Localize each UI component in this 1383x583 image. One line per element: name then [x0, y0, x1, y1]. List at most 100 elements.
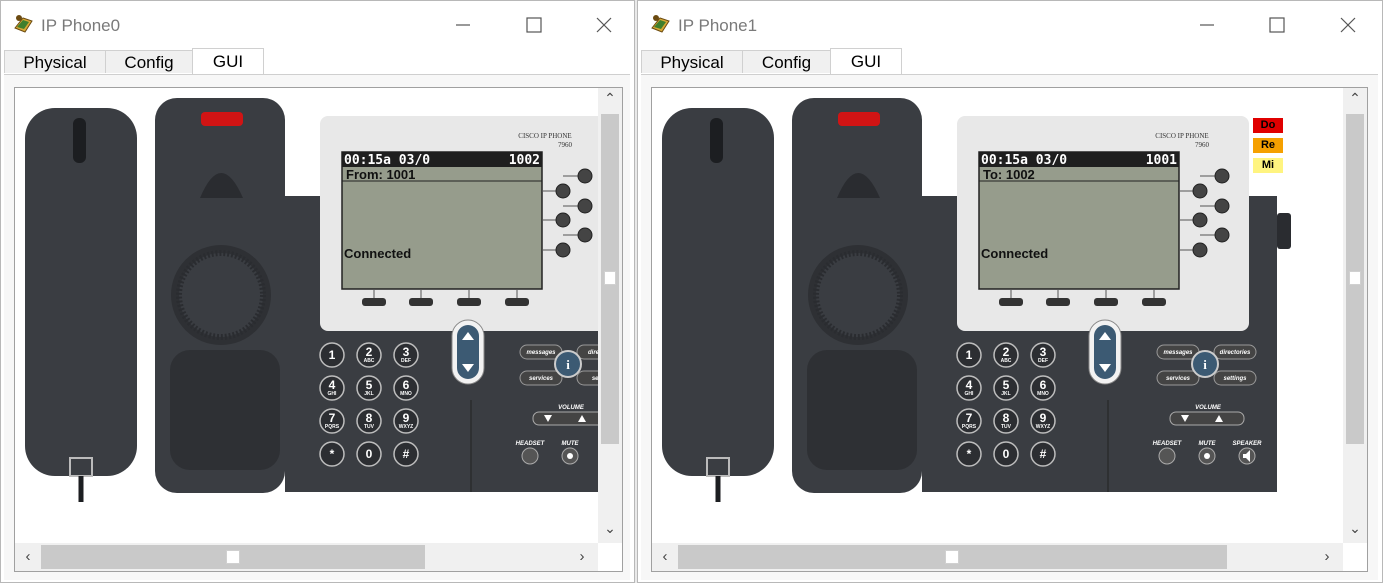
- scroll-left-icon[interactable]: ‹: [21, 548, 35, 565]
- horizontal-scrollbar[interactable]: ‹ ›: [15, 543, 598, 571]
- key-3[interactable]: 3DEF: [393, 342, 419, 368]
- key-8[interactable]: 8TUV: [356, 408, 382, 434]
- gui-panel: CISCO IP PHONE 7960 00:15a 03/0 1001 To:…: [641, 74, 1378, 580]
- handset[interactable]: [662, 108, 774, 502]
- key-pound[interactable]: #: [393, 441, 419, 467]
- phone-view: CISCO IP PHONE 7960 00:15a 03/0 1001 To:…: [651, 87, 1368, 572]
- key-4[interactable]: 4GHI: [319, 375, 345, 401]
- svg-text:7: 7: [966, 411, 973, 425]
- key-star[interactable]: *: [956, 441, 982, 467]
- svg-text:GHI: GHI: [965, 391, 975, 397]
- side-button-re[interactable]: Re: [1253, 138, 1283, 153]
- maximize-icon[interactable]: [1262, 11, 1292, 39]
- model-label: 7960: [558, 141, 573, 149]
- horizontal-scrollbar[interactable]: ‹ ›: [652, 543, 1343, 571]
- mute-label: MUTE: [562, 441, 580, 447]
- ip-phone-device: CISCO IP PHONE 7960 00:15a 03/0 1001 To:…: [662, 98, 1291, 502]
- info-icon: i: [566, 357, 570, 372]
- brand-label: CISCO IP PHONE: [518, 132, 571, 140]
- scroll-down-icon[interactable]: ⌄: [598, 520, 622, 537]
- key-5[interactable]: 5JKL: [356, 375, 382, 401]
- svg-text:MNO: MNO: [400, 391, 412, 397]
- vertical-scrollbar[interactable]: ⌃ ⌄: [1343, 88, 1367, 543]
- key-star[interactable]: *: [319, 441, 345, 467]
- scroll-left-icon[interactable]: ‹: [658, 548, 672, 565]
- services-label: services: [1166, 376, 1191, 382]
- nav-button[interactable]: [451, 319, 485, 385]
- title-bar[interactable]: IP Phone1: [638, 1, 1382, 47]
- key-9[interactable]: 9WXYZ: [393, 408, 419, 434]
- svg-text:MNO: MNO: [1037, 391, 1049, 397]
- side-button-do[interactable]: Do: [1253, 118, 1283, 133]
- key-6[interactable]: 6MNO: [1030, 375, 1056, 401]
- svg-text:#: #: [403, 447, 410, 461]
- scroll-up-icon[interactable]: ⌃: [598, 90, 622, 107]
- svg-text:5: 5: [1003, 378, 1010, 392]
- horizontal-scroll-thumb[interactable]: [945, 550, 959, 564]
- svg-text:JKL: JKL: [1001, 391, 1010, 397]
- svg-text:JKL: JKL: [364, 391, 373, 397]
- key-0[interactable]: 0: [993, 441, 1019, 467]
- key-7[interactable]: 7PQRS: [956, 408, 982, 434]
- minimize-icon[interactable]: [448, 11, 478, 39]
- model-label: 7960: [1195, 141, 1210, 149]
- svg-text:7: 7: [329, 411, 336, 425]
- svg-text:ABC: ABC: [364, 358, 375, 364]
- horizontal-scroll-thumb[interactable]: [226, 550, 240, 564]
- mute-indicator-icon: [567, 453, 573, 459]
- title-bar[interactable]: IP Phone0: [1, 1, 634, 47]
- vertical-scrollbar[interactable]: ⌃ ⌄: [598, 88, 622, 543]
- key-0[interactable]: 0: [356, 441, 382, 467]
- close-icon[interactable]: [1333, 11, 1363, 39]
- headset-label: HEADSET: [516, 441, 546, 447]
- tab-physical[interactable]: Physical: [4, 50, 106, 73]
- nav-button[interactable]: [1088, 319, 1122, 385]
- screen-time: 00:15a 03/0: [344, 153, 430, 168]
- key-2[interactable]: 2ABC: [993, 342, 1019, 368]
- key-9[interactable]: 9WXYZ: [1030, 408, 1056, 434]
- screen-status: Connected: [344, 246, 411, 261]
- mute-label: MUTE: [1199, 441, 1217, 447]
- close-icon[interactable]: [589, 11, 619, 39]
- ip-phone-device: CISCO IP PHONE 7960 00:15a 03/0 1002 Fro…: [25, 98, 598, 502]
- tab-gui[interactable]: GUI: [830, 48, 902, 75]
- svg-text:*: *: [330, 447, 335, 461]
- tab-config[interactable]: Config: [742, 50, 831, 73]
- headset-button[interactable]: [521, 447, 539, 465]
- screen-number: 1001: [1146, 153, 1177, 168]
- headset-label: HEADSET: [1153, 441, 1183, 447]
- brand-label: CISCO IP PHONE: [1155, 132, 1208, 140]
- tab-gui[interactable]: GUI: [192, 48, 264, 75]
- scroll-right-icon[interactable]: ›: [575, 548, 589, 565]
- handset[interactable]: [25, 108, 137, 502]
- minimize-icon[interactable]: [1192, 11, 1222, 39]
- handset-cradle: [792, 98, 922, 493]
- key-2[interactable]: 2ABC: [356, 342, 382, 368]
- handset-cradle: [155, 98, 285, 493]
- key-8[interactable]: 8TUV: [993, 408, 1019, 434]
- headset-button[interactable]: [1158, 447, 1176, 465]
- svg-text:GHI: GHI: [328, 391, 338, 397]
- vertical-scroll-thumb[interactable]: [604, 271, 616, 285]
- key-7[interactable]: 7PQRS: [319, 408, 345, 434]
- svg-text:0: 0: [366, 447, 373, 461]
- scroll-right-icon[interactable]: ›: [1320, 548, 1334, 565]
- scroll-up-icon[interactable]: ⌃: [1343, 90, 1367, 107]
- ip-phone0-window: IP Phone0 Physical Config GUI CISCO IP P…: [0, 0, 635, 583]
- svg-text:1: 1: [966, 348, 973, 362]
- svg-text:TUV: TUV: [364, 424, 375, 430]
- key-1[interactable]: 1: [956, 342, 982, 368]
- side-button-mi[interactable]: Mi: [1253, 158, 1283, 173]
- key-6[interactable]: 6MNO: [393, 375, 419, 401]
- vertical-scroll-thumb[interactable]: [1349, 271, 1361, 285]
- maximize-icon[interactable]: [519, 11, 549, 39]
- key-3[interactable]: 3DEF: [1030, 342, 1056, 368]
- key-1[interactable]: 1: [319, 342, 345, 368]
- tab-config[interactable]: Config: [105, 50, 193, 73]
- tab-physical[interactable]: Physical: [641, 50, 743, 73]
- key-pound[interactable]: #: [1030, 441, 1056, 467]
- scroll-down-icon[interactable]: ⌄: [1343, 520, 1367, 537]
- key-4[interactable]: 4GHI: [956, 375, 982, 401]
- key-5[interactable]: 5JKL: [993, 375, 1019, 401]
- svg-text:5: 5: [366, 378, 373, 392]
